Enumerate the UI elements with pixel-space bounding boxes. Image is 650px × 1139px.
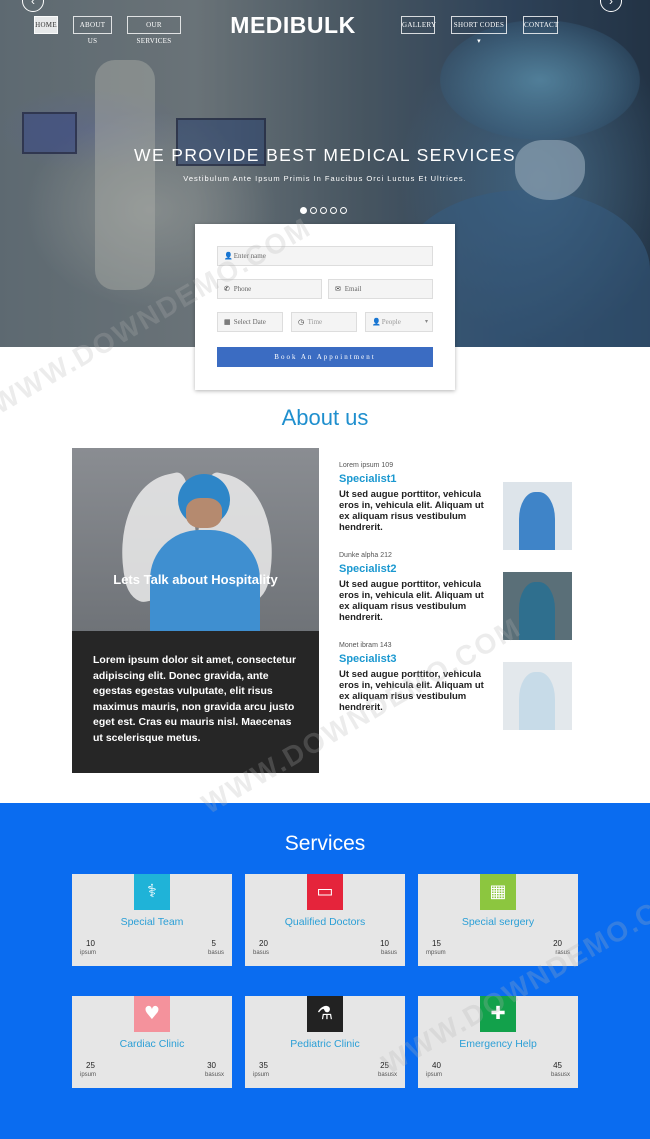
clock-icon: ◷ xyxy=(298,318,305,326)
service-stat-right: 30 xyxy=(207,1061,216,1070)
envelope-icon: ✉ xyxy=(335,285,341,293)
service-stat-left-label: mpsum xyxy=(426,950,446,956)
service-stat-left-label: ipsum xyxy=(426,1072,443,1078)
services-section: Services xyxy=(0,803,650,1139)
slide-dot[interactable] xyxy=(340,207,347,214)
service-stat-right: 10 xyxy=(380,939,389,948)
service-stat-right: 45 xyxy=(553,1061,562,1070)
nav-contact[interactable]: CONTACT xyxy=(523,16,558,34)
services-title: Services xyxy=(284,832,366,855)
hero-title: WE PROVIDE BEST MEDICAL SERVICES xyxy=(134,145,516,165)
email-placeholder: Email xyxy=(344,285,362,293)
service-stat-left-label: ipsum xyxy=(80,950,97,956)
service-card[interactable]: ▦ Special sergery 15 mpsum 20 rasus xyxy=(418,874,578,966)
about-image: Lets Talk about Hospitality xyxy=(72,448,319,631)
slide-dot[interactable] xyxy=(300,207,307,214)
service-name[interactable]: Pediatric Clinic xyxy=(245,1038,405,1050)
service-name[interactable]: Cardiac Clinic xyxy=(72,1038,232,1050)
service-name[interactable]: Emergency Help xyxy=(418,1038,578,1050)
phone-field[interactable]: ✆ Phone xyxy=(217,279,322,299)
date-placeholder: Select Date xyxy=(233,318,266,326)
slide-dot[interactable] xyxy=(330,207,337,214)
specialist-meta: Lorem ipsum 109 xyxy=(339,462,394,469)
service-card[interactable]: ♥ Cardiac Clinic 25 ipsum 30 basusx xyxy=(72,996,232,1088)
specialist-meta: Dunke alpha 212 xyxy=(339,552,392,559)
specialist-text: Ut sed augue porttitor, vehicula eros in… xyxy=(339,669,484,713)
specialist-photo xyxy=(503,662,572,730)
service-card[interactable]: ✚ Emergency Help 40 ipsum 45 basusx xyxy=(418,996,578,1088)
doctor-team-icon: ⚕ xyxy=(134,874,170,910)
people-select[interactable]: 👤 People ▾ xyxy=(365,312,433,332)
service-card[interactable]: ▭ Qualified Doctors 20 basus 10 basus xyxy=(245,874,405,966)
service-name[interactable]: Qualified Doctors xyxy=(245,916,405,928)
nav-short-codes-label: SHORT CODES xyxy=(453,21,505,29)
service-name[interactable]: Special sergery xyxy=(418,916,578,928)
specialist-photo xyxy=(503,482,572,550)
nav-short-codes[interactable]: SHORT CODES ▾ xyxy=(451,16,507,45)
calendar-icon: ▦ xyxy=(224,318,231,326)
specialist-meta: Monet ibram 143 xyxy=(339,642,392,649)
service-stat-right: 20 xyxy=(553,939,562,948)
service-stat-right: 25 xyxy=(380,1061,389,1070)
slider-dots xyxy=(300,207,347,214)
service-stat-right-label: basusx xyxy=(204,1072,224,1078)
doctor-face-image xyxy=(186,498,222,528)
service-stat-left: 10 xyxy=(86,939,95,948)
ambulance-icon: ✚ xyxy=(480,996,516,1032)
service-name[interactable]: Special Team xyxy=(72,916,232,928)
specialist-item: Monet ibram 143 Specialist3 Ut sed augue… xyxy=(339,642,579,730)
appointment-form: 👤 Enter name ✆ Phone ✉ Email ▦ Select Da… xyxy=(195,224,455,390)
service-stat-right-label: basusx xyxy=(377,1072,397,1078)
specialist-text: Ut sed augue porttitor, vehicula eros in… xyxy=(339,579,484,623)
service-stat-left-label: basus xyxy=(253,950,270,956)
service-stat-right-label: rasus xyxy=(555,950,570,956)
service-card[interactable]: ⚗ Pediatric Clinic 35 ipsum 25 basusx xyxy=(245,996,405,1088)
service-card[interactable]: ⚕ Special Team 10 ipsum 5 basus xyxy=(72,874,232,966)
service-stat-left-label: ipsum xyxy=(80,1072,97,1078)
service-stat-left: 20 xyxy=(259,939,268,948)
flask-icon: ⚗ xyxy=(307,996,343,1032)
date-field[interactable]: ▦ Select Date xyxy=(217,312,283,332)
hero-subtitle: Vestibulum Ante Ipsum Primis In Faucibus… xyxy=(183,174,467,183)
specialist-text: Ut sed augue porttitor, vehicula eros in… xyxy=(339,489,484,533)
phone-placeholder: Phone xyxy=(233,285,252,293)
page: ‹ › HOME ABOUT US OUR SERVICES MEDIBULK … xyxy=(0,0,650,1139)
people-placeholder: People xyxy=(381,318,401,326)
service-stat-right-label: basusx xyxy=(550,1072,570,1078)
about-image-label: Lets Talk about Hospitality xyxy=(113,572,278,587)
specialist-item: Lorem ipsum 109 Specialist1 Ut sed augue… xyxy=(339,462,579,550)
nav-gallery[interactable]: GALLERY xyxy=(401,16,436,34)
book-appointment-button[interactable]: Book An Appointment xyxy=(217,347,433,367)
slide-dot[interactable] xyxy=(310,207,317,214)
service-stat-left-label: ipsum xyxy=(253,1072,270,1078)
service-stat-right: 5 xyxy=(211,939,216,948)
user-icon: 👤 xyxy=(372,318,381,326)
service-stat-right-label: basus xyxy=(207,950,224,956)
service-stat-left: 25 xyxy=(86,1061,95,1070)
about-title: About us xyxy=(281,405,369,430)
service-stat-left: 15 xyxy=(432,939,441,948)
heart-pulse-icon: ♥ xyxy=(134,996,170,1032)
specialist-photo xyxy=(503,572,572,640)
email-field[interactable]: ✉ Email xyxy=(328,279,433,299)
chevron-down-icon: ▾ xyxy=(477,37,481,45)
hospital-icon: ▦ xyxy=(480,874,516,910)
phone-icon: ✆ xyxy=(224,285,230,293)
name-field[interactable]: 👤 Enter name xyxy=(217,246,433,266)
name-placeholder: Enter name xyxy=(233,252,266,260)
service-stat-right-label: basus xyxy=(380,950,397,956)
time-field[interactable]: ◷ Time xyxy=(291,312,357,332)
user-icon: 👤 xyxy=(224,252,233,260)
service-stat-left: 35 xyxy=(259,1061,268,1070)
slide-dot[interactable] xyxy=(320,207,327,214)
time-placeholder: Time xyxy=(307,318,323,326)
about-text-card: Lorem ipsum dolor sit amet, consectetur … xyxy=(72,631,319,773)
monitor-icon: ▭ xyxy=(307,874,343,910)
service-stat-left: 40 xyxy=(432,1061,441,1070)
specialist-item: Dunke alpha 212 Specialist2 Ut sed augue… xyxy=(339,552,579,640)
chevron-down-icon: ▾ xyxy=(424,319,428,325)
